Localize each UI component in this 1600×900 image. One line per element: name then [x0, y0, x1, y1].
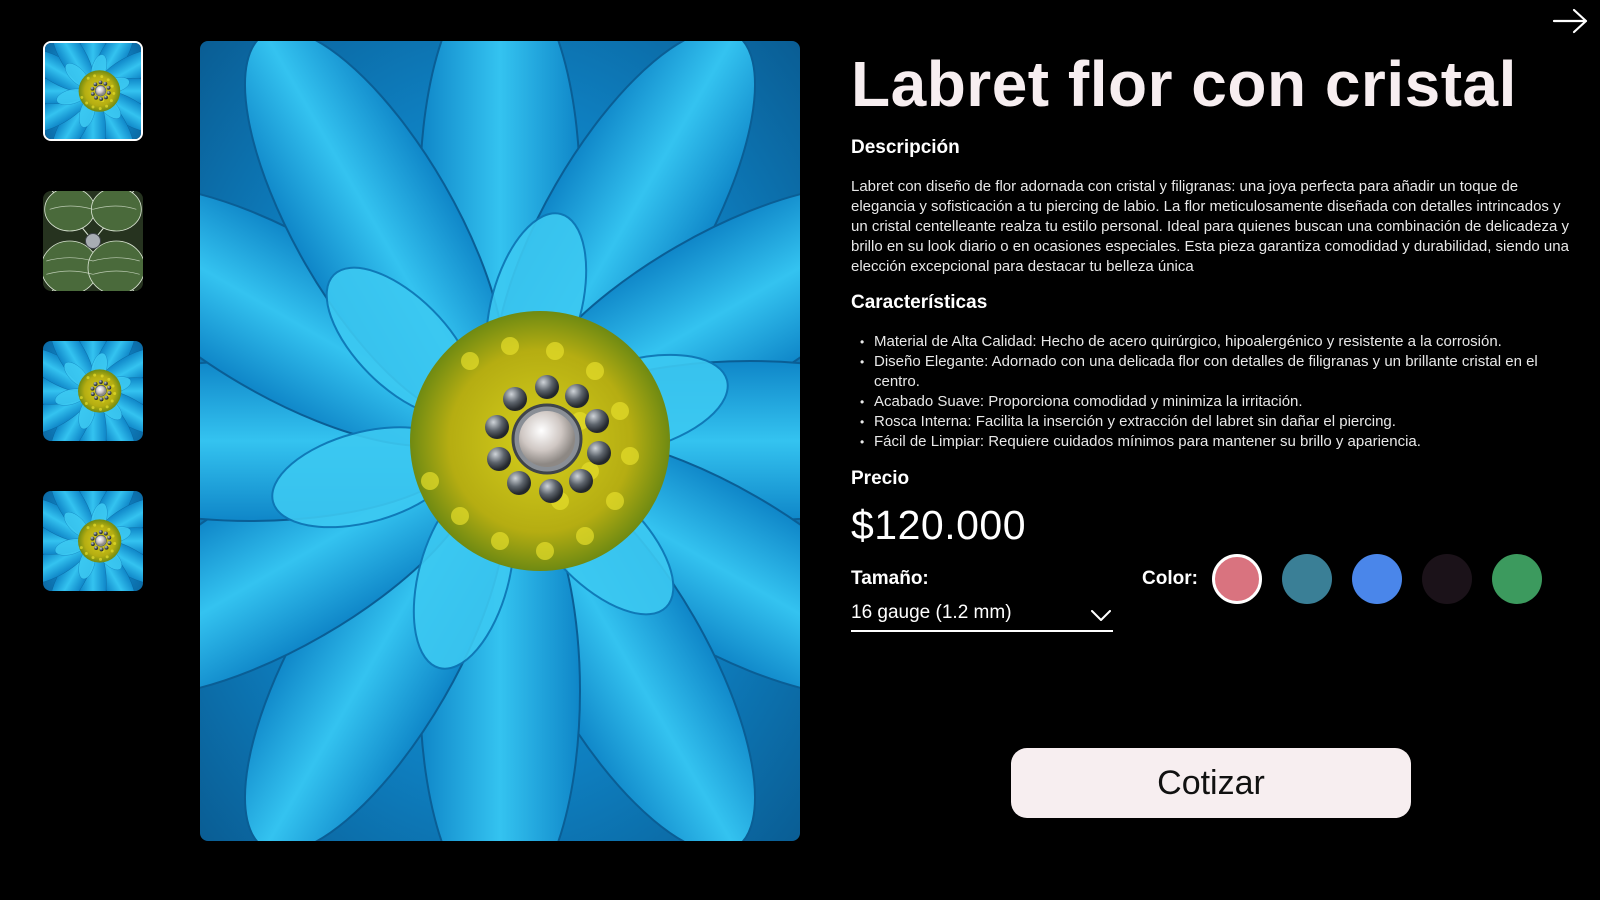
- arrow-right-icon[interactable]: [1552, 6, 1590, 36]
- color-swatch-teal[interactable]: [1282, 554, 1332, 604]
- size-dropdown[interactable]: 16 gauge (1.2 mm): [851, 598, 1113, 632]
- main-product-image: [200, 41, 800, 841]
- blue-flower-image: [43, 341, 143, 441]
- blue-flower-image: [45, 43, 141, 139]
- description-text: Labret con diseño de flor adornada con c…: [851, 178, 1569, 275]
- price-value: $120.000: [851, 502, 1027, 548]
- feature-item: Fácil de Limpiar: Requiere cuidados míni…: [860, 432, 1576, 452]
- color-swatch-black[interactable]: [1422, 554, 1472, 604]
- features-heading: Características: [851, 292, 988, 313]
- color-swatch-green[interactable]: [1492, 554, 1542, 604]
- thumbnail-3[interactable]: [43, 341, 143, 441]
- color-swatch-blue[interactable]: [1352, 554, 1402, 604]
- thumbnail-4[interactable]: [43, 491, 143, 591]
- thumbnail-2[interactable]: [43, 191, 143, 291]
- color-swatch-pink[interactable]: [1212, 554, 1262, 604]
- color-label: Color:: [1142, 568, 1198, 589]
- size-label: Tamaño:: [851, 568, 929, 589]
- thumbnail-1[interactable]: [43, 41, 143, 141]
- product-title: Labret flor con cristal: [851, 48, 1517, 120]
- blue-flower-image: [43, 491, 143, 591]
- feature-item: Rosca Interna: Facilita la inserción y e…: [860, 412, 1576, 432]
- chevron-down-icon: [1091, 610, 1111, 621]
- cotizar-button[interactable]: Cotizar: [1011, 748, 1411, 818]
- product-page: Labret flor con cristal Descripción Labr…: [0, 0, 1600, 900]
- feature-item: Material de Alta Calidad: Hecho de acero…: [860, 332, 1576, 352]
- price-heading: Precio: [851, 468, 910, 489]
- plant-leaves-image: [43, 191, 143, 291]
- size-selected-value: 16 gauge (1.2 mm): [851, 602, 1012, 623]
- description-heading: Descripción: [851, 137, 960, 158]
- blue-flower-labret-image: [200, 41, 800, 841]
- feature-item: Acabado Suave: Proporciona comodidad y m…: [860, 392, 1576, 412]
- feature-item: Diseño Elegante: Adornado con una delica…: [860, 352, 1576, 392]
- features-list: Material de Alta Calidad: Hecho de acero…: [851, 332, 1576, 452]
